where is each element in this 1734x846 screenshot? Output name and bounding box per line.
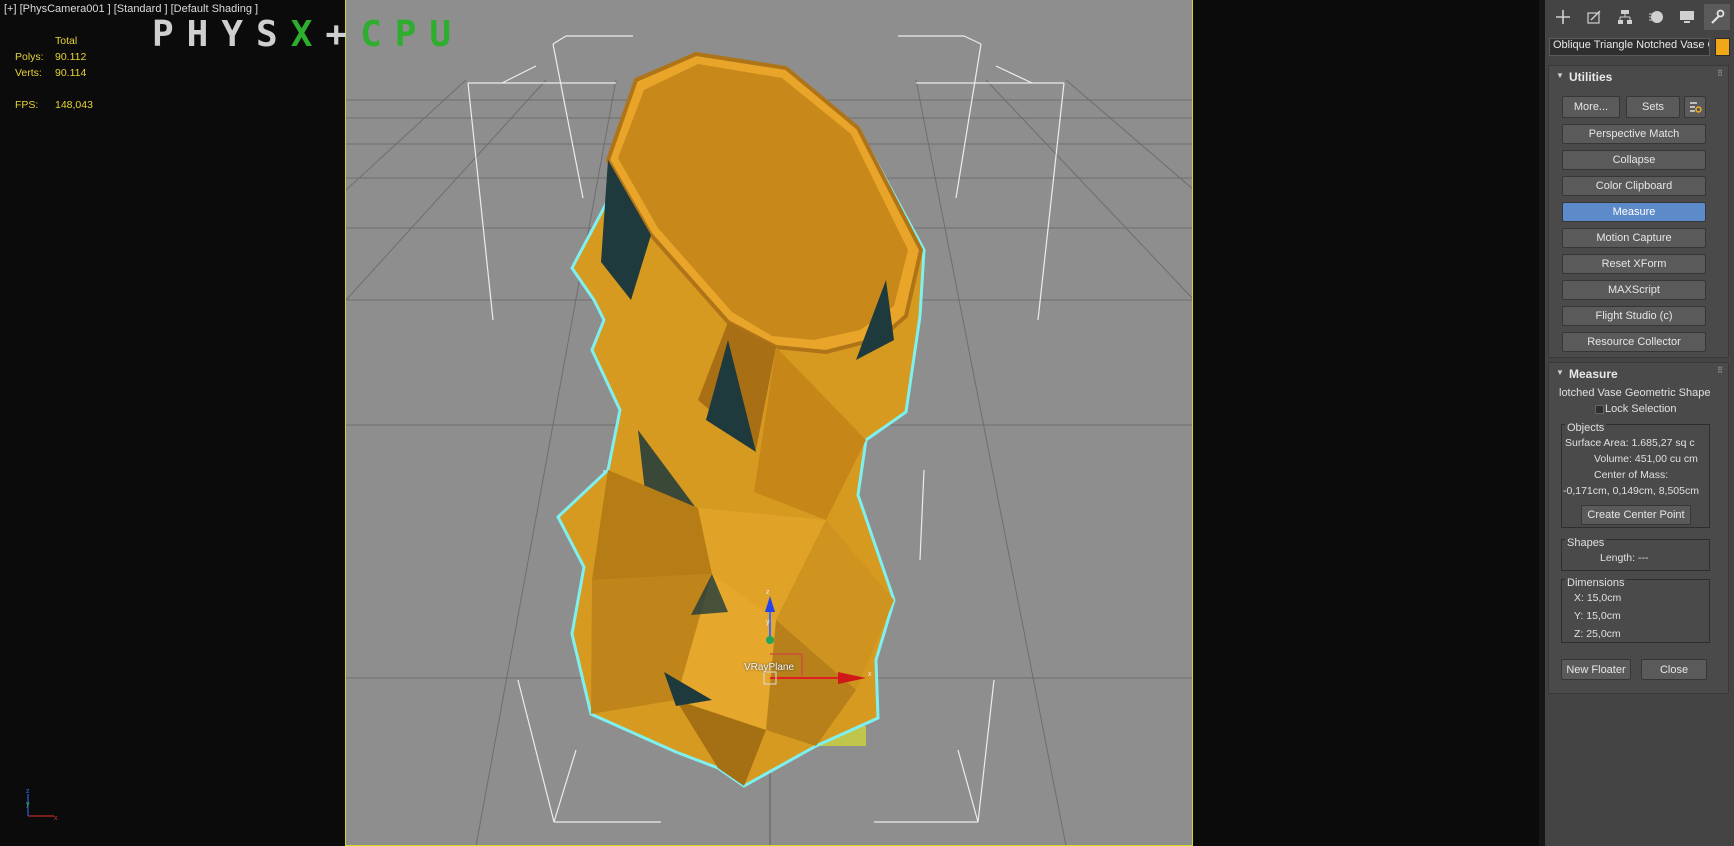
collapse-arrow-icon: ▼: [1556, 368, 1564, 377]
sets-button[interactable]: Sets: [1626, 96, 1680, 118]
command-panel-tabs: [1545, 0, 1734, 36]
new-floater-button[interactable]: New Floater: [1561, 659, 1631, 680]
measure-button[interactable]: Measure: [1562, 202, 1706, 222]
verts-label: Verts:: [15, 67, 42, 79]
maxscript-button[interactable]: MAXScript: [1562, 280, 1706, 300]
svg-text:z: z: [26, 788, 30, 795]
reset-xform-button[interactable]: Reset XForm: [1562, 254, 1706, 274]
collapse-arrow-icon: ▼: [1556, 71, 1564, 80]
polys-value: 90.112: [55, 51, 87, 63]
length-readout: Length: ---: [1600, 552, 1649, 564]
plus-icon: [1556, 10, 1570, 24]
create-center-point-button[interactable]: Create Center Point: [1581, 505, 1691, 525]
dimension-x: X: 15,0cm: [1574, 592, 1622, 604]
object-color-swatch[interactable]: [1715, 38, 1730, 56]
center-of-mass-label: Center of Mass:: [1594, 469, 1669, 481]
modify-icon: [1587, 10, 1601, 24]
hierarchy-icon: [1618, 10, 1632, 24]
flight-studio-button[interactable]: Flight Studio (c): [1562, 306, 1706, 326]
axis-tripod-icon: z y x: [26, 788, 58, 822]
motion-icon: [1649, 11, 1663, 23]
lock-selection-checkbox[interactable]: [1595, 405, 1604, 414]
objects-group-title: Objects: [1565, 422, 1607, 434]
utilities-rollout: ▼ Utilities ⠿ More... Sets Perspective M…: [1548, 65, 1729, 358]
drag-handle-icon[interactable]: ⠿: [1717, 366, 1723, 375]
shapes-group-title: Shapes: [1565, 537, 1607, 549]
measure-rollout-header[interactable]: ▼ Measure ⠿: [1549, 363, 1728, 385]
dimension-y: Y: 15,0cm: [1574, 610, 1621, 622]
polys-label: Polys:: [15, 51, 44, 63]
gizmo-x-label: x: [868, 671, 872, 678]
motion-capture-button[interactable]: Motion Capture: [1562, 228, 1706, 248]
fps-label: FPS:: [15, 99, 39, 111]
gizmo-y-label: y: [766, 619, 770, 626]
dimension-z: Z: 25,0cm: [1574, 628, 1621, 640]
fps-value: 148,043: [55, 99, 93, 111]
create-tab[interactable]: [1550, 4, 1576, 30]
objects-group: Objects Surface Area: 1.685,27 sq c Volu…: [1561, 422, 1710, 528]
volume-readout: Volume: 451,00 cu cm: [1594, 453, 1698, 465]
utilities-tab[interactable]: [1704, 4, 1730, 30]
motion-tab[interactable]: [1643, 4, 1669, 30]
dimensions-group-title: Dimensions: [1565, 577, 1627, 589]
verts-value: 90.114: [55, 67, 87, 79]
more-button[interactable]: More...: [1562, 96, 1620, 118]
measured-object-name: lotched Vase Geometric Shape: [1559, 387, 1711, 399]
object-name-row: Oblique Triangle Notched Vase Geometric …: [1549, 38, 1730, 58]
svg-text:x: x: [54, 815, 58, 822]
drag-handle-icon[interactable]: ⠿: [1717, 69, 1723, 78]
collapse-button[interactable]: Collapse: [1562, 150, 1706, 170]
display-icon: [1680, 11, 1694, 23]
configure-button-sets[interactable]: [1684, 96, 1706, 118]
command-panel: Oblique Triangle Notched Vase Geometric …: [1545, 0, 1734, 846]
configure-sets-icon: [1690, 102, 1702, 113]
close-button[interactable]: Close: [1641, 659, 1707, 680]
shapes-group: Shapes Length: ---: [1561, 537, 1710, 571]
color-clipboard-button[interactable]: Color Clipboard: [1562, 176, 1706, 196]
measure-rollout: ▼ Measure ⠿ lotched Vase Geometric Shape…: [1548, 362, 1729, 694]
camera-safe-frame[interactable]: z y x VRayPlane: [345, 0, 1193, 846]
object-name-field[interactable]: Oblique Triangle Notched Vase Geometric …: [1549, 38, 1710, 56]
resource-collector-button[interactable]: Resource Collector: [1562, 332, 1706, 352]
object-name-overlay: VRayPlane: [744, 662, 795, 673]
modify-tab[interactable]: [1581, 4, 1607, 30]
viewport[interactable]: [+] [PhysCamera001 ] [Standard ] [Defaul…: [0, 0, 1539, 846]
dimensions-group: Dimensions X: 15,0cm Y: 15,0cm Z: 25,0cm: [1561, 577, 1710, 643]
stats-header: Total: [55, 35, 78, 47]
utilities-rollout-header[interactable]: ▼ Utilities ⠿: [1549, 66, 1728, 88]
physx-cpu-logo: PHYSX+CPU: [152, 14, 465, 55]
center-of-mass-value: -0,171cm, 0,149cm, 8,505cm: [1563, 485, 1699, 497]
surface-area-readout: Surface Area: 1.685,27 sq c: [1565, 437, 1695, 449]
display-tab[interactable]: [1674, 4, 1700, 30]
utilities-title: Utilities: [1569, 70, 1613, 84]
scene-render: z y x: [346, 35, 1192, 845]
measure-title: Measure: [1569, 367, 1618, 381]
hierarchy-tab[interactable]: [1612, 4, 1638, 30]
lock-selection-label: Lock Selection: [1605, 403, 1677, 415]
svg-text:y: y: [26, 801, 30, 808]
gizmo-z-label: z: [766, 589, 770, 596]
wrench-icon: [1711, 9, 1725, 24]
perspective-match-button[interactable]: Perspective Match: [1562, 124, 1706, 144]
